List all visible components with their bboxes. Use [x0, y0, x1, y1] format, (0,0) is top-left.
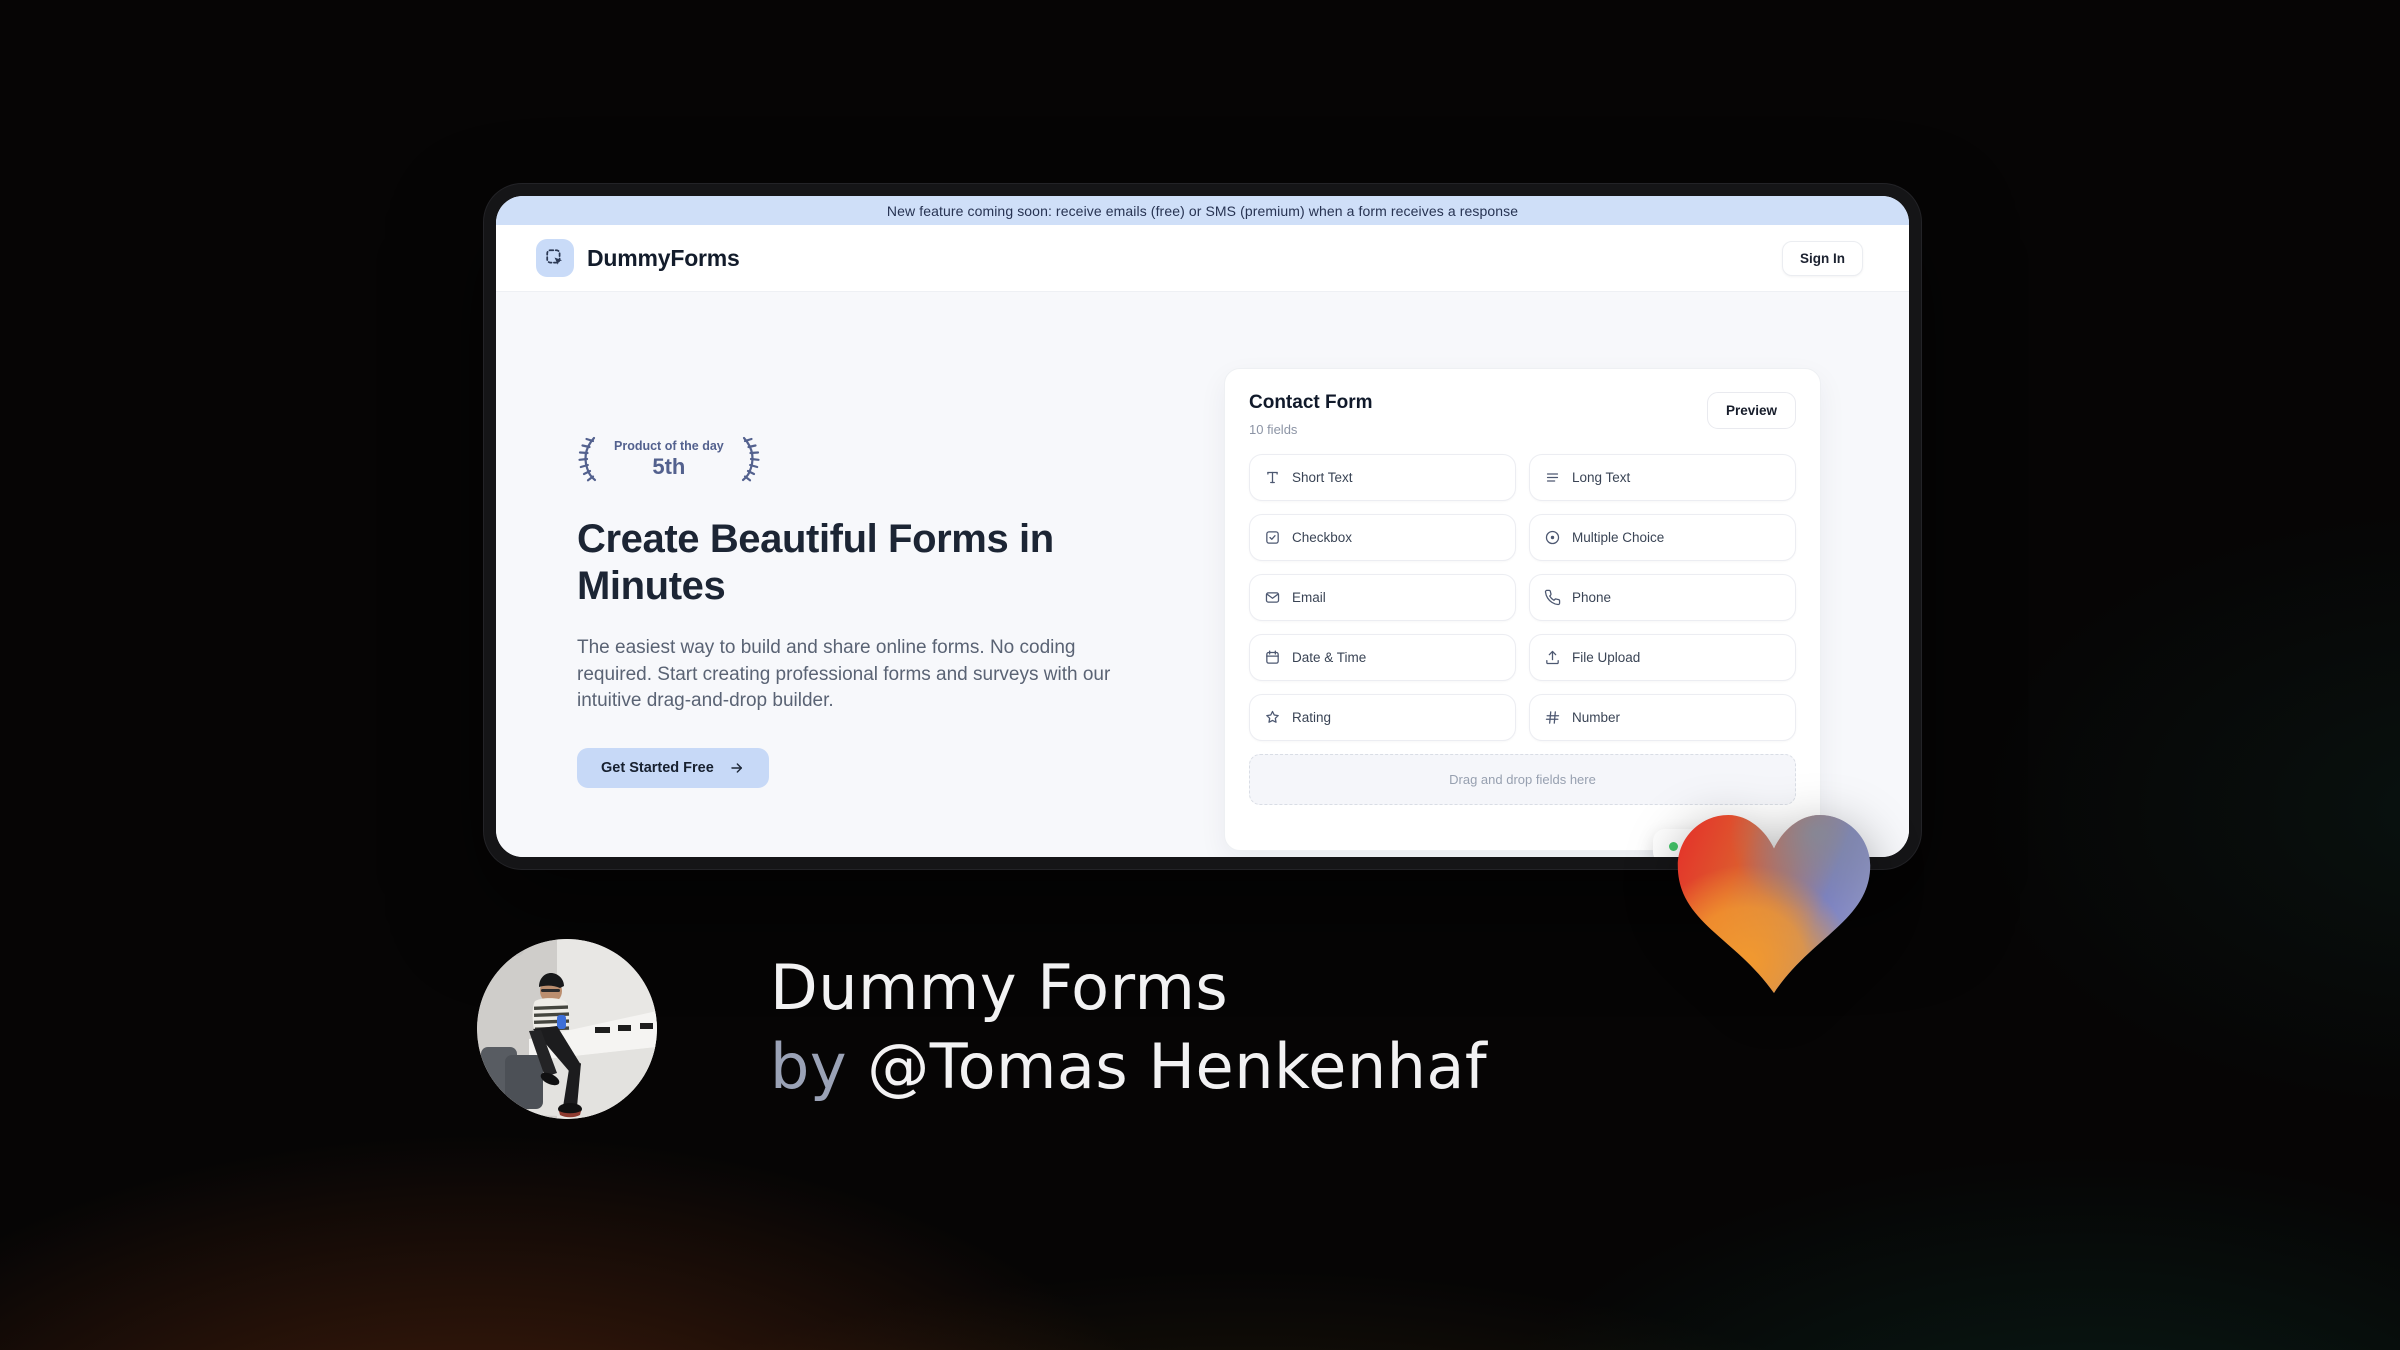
upload-icon	[1544, 649, 1561, 666]
star-icon	[1264, 709, 1281, 726]
field-label: Short Text	[1292, 470, 1353, 485]
badge-label: Product of the day	[614, 438, 724, 453]
field-multiple-choice[interactable]: Multiple Choice	[1529, 514, 1796, 561]
short-text-icon	[1264, 469, 1281, 486]
form-builder-card: Contact Form 10 fields Preview Short Tex…	[1224, 368, 1821, 857]
arrow-right-icon	[731, 762, 742, 773]
badge-rank: 5th	[652, 454, 686, 480]
get-started-label: Get Started Free	[601, 759, 714, 776]
hero-section: Product of the day 5th Create Beautiful …	[496, 292, 1909, 857]
field-long-text[interactable]: Long Text	[1529, 454, 1796, 501]
phone-icon	[1544, 589, 1561, 606]
preview-button[interactable]: Preview	[1706, 392, 1796, 429]
app-header: DummyForms Sign In	[496, 225, 1909, 292]
long-text-icon	[1544, 469, 1561, 486]
form-title: Contact Form	[1249, 392, 1373, 413]
hero-description: The easiest way to build and share onlin…	[577, 637, 1111, 711]
field-label: Email	[1292, 590, 1326, 605]
avatar-photo	[477, 939, 657, 1119]
credit-byline: by @Tomas Henkenhaf	[770, 1027, 1487, 1106]
brand-link[interactable]: DummyForms	[536, 239, 740, 277]
field-label: Long Text	[1572, 470, 1631, 485]
field-email[interactable]: Email	[1249, 574, 1516, 621]
field-label: Multiple Choice	[1572, 530, 1665, 545]
byline-handle: @Tomas Henkenhaf	[867, 1030, 1488, 1103]
drop-zone[interactable]: Drag and drop fields here	[1249, 754, 1796, 805]
product-of-the-day-badge: Product of the day 5th	[577, 435, 761, 483]
announcement-text: New feature coming soon: receive emails …	[886, 202, 1519, 219]
credit-block: Dummy Forms by @Tomas Henkenhaf	[770, 948, 1487, 1106]
field-rating[interactable]: Rating	[1249, 694, 1516, 741]
announcement-banner: New feature coming soon: receive emails …	[496, 196, 1909, 225]
drop-zone-text: Drag and drop fields here	[1449, 772, 1596, 787]
heart-icon	[1677, 815, 1871, 993]
byline-prefix: by	[770, 1030, 868, 1103]
form-field-count: 10 fields	[1249, 422, 1298, 437]
calendar-icon	[1264, 649, 1281, 666]
get-started-button[interactable]: Get Started Free	[577, 747, 769, 788]
laurel-left-icon	[578, 436, 597, 482]
field-phone[interactable]: Phone	[1529, 574, 1796, 621]
multiple-choice-icon	[1544, 529, 1561, 546]
field-number[interactable]: Number	[1529, 694, 1796, 741]
field-label: Number	[1572, 710, 1621, 725]
credit-title: Dummy Forms	[770, 951, 1229, 1024]
field-label: File Upload	[1572, 650, 1641, 665]
brand-name: DummyForms	[587, 244, 740, 271]
field-file-upload[interactable]: File Upload	[1529, 634, 1796, 681]
form-cursor-icon	[536, 239, 574, 277]
field-label: Checkbox	[1292, 530, 1353, 545]
browser-window: New feature coming soon: receive emails …	[484, 184, 1921, 869]
sign-in-button[interactable]: Sign In	[1782, 240, 1863, 276]
field-checkbox[interactable]: Checkbox	[1249, 514, 1516, 561]
field-date-time[interactable]: Date & Time	[1249, 634, 1516, 681]
email-icon	[1264, 589, 1281, 606]
page-title: Create Beautiful Forms in Minutes	[577, 517, 1054, 608]
hero-copy: Product of the day 5th Create Beautiful …	[577, 435, 1167, 788]
field-label: Phone	[1572, 590, 1612, 605]
app-page: New feature coming soon: receive emails …	[496, 196, 1909, 857]
field-label: Date & Time	[1292, 650, 1367, 665]
checkbox-icon	[1264, 529, 1281, 546]
field-label: Rating	[1292, 710, 1332, 725]
laurel-right-icon	[741, 436, 760, 482]
field-short-text[interactable]: Short Text	[1249, 454, 1516, 501]
field-palette: Short Text Long Text Checkbox Multiple Choi…	[1249, 454, 1796, 741]
hash-icon	[1544, 709, 1561, 726]
